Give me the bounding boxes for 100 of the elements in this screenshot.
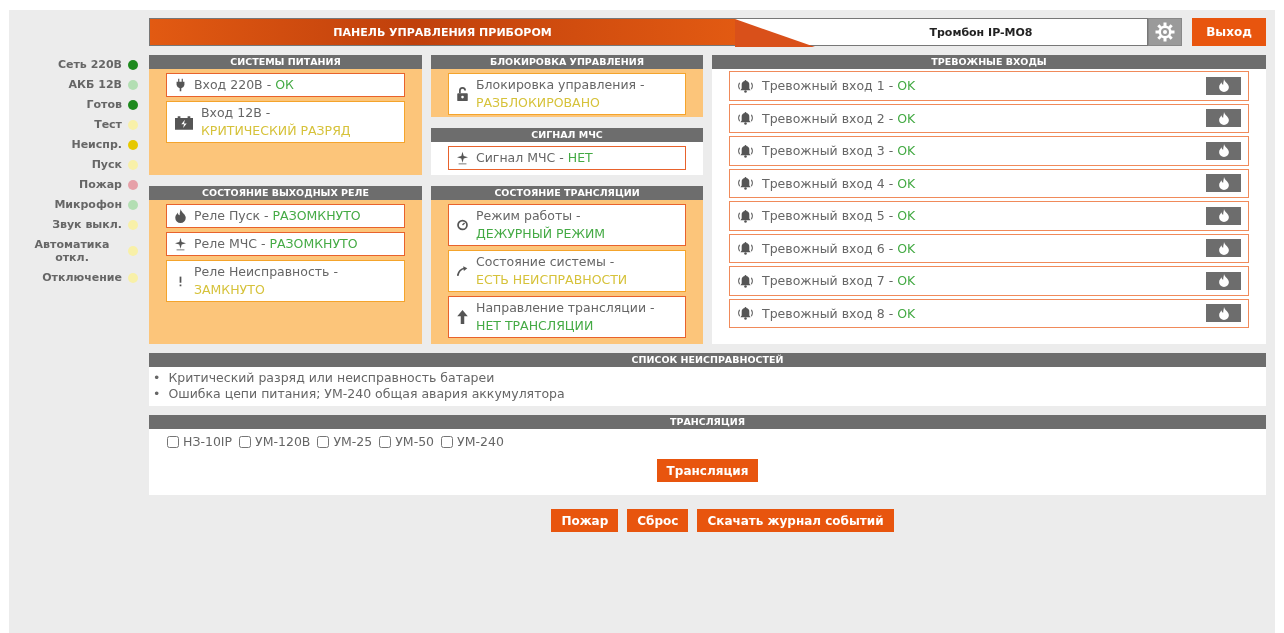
checkbox-label: УМ-120В [255,434,311,449]
action-button[interactable]: Скачать журнал событий [697,509,894,532]
item-label: Тревожный вход 8 - [762,305,894,321]
item-value: ЕСТЬ НЕИСПРАВНОСТИ [476,272,628,287]
item-value: OK [897,78,916,94]
item-value: РАЗОМКНУТО [272,208,361,223]
indicator-label: Микрофон [54,198,122,211]
indicator-label: АКБ 12В [68,78,122,91]
item-value: КРИТИЧЕСКИЙ РАЗРЯД [201,123,351,138]
exit-button[interactable]: Выход [1192,18,1266,46]
checkbox-label: УМ-240 [457,434,504,449]
section-header: ТРАНСЛЯЦИЯ [149,415,1266,429]
indicator-label: Тест [94,118,122,131]
up-arrow-icon [457,310,468,324]
sparkle-icon [175,237,186,251]
ringing-bell-icon [737,208,754,223]
item-value: OK [897,208,916,224]
section-header: СПИСОК НЕИСПРАВНОСТЕЙ [149,353,1266,367]
ringing-bell-icon [737,78,754,93]
unlocked-lock-icon [457,87,468,101]
item-value: OK [897,175,916,191]
flame-icon [1218,176,1229,190]
fire-button[interactable] [1206,271,1241,290]
item-label: Сигнал МЧС - [476,150,564,165]
item-label: Тревожный вход 7 - [762,273,894,289]
item-label: Вход 12В - [201,105,271,120]
flame-icon [1218,241,1229,255]
fire-button[interactable] [1206,239,1241,258]
item-label: Тревожный вход 2 - [762,110,894,126]
panel-title: ПАНЕЛЬ УПРАВЛЕНИЯ ПРИБОРОМ [333,25,552,39]
section-header: БЛОКИРОВКА УПРАВЛЕНИЯ [431,55,703,69]
flame-icon [1218,209,1229,223]
section-header: ТРЕВОЖНЫЕ ВХОДЫ [712,55,1266,69]
item-label: Тревожный вход 5 - [762,208,894,224]
indicator-label: Готов [86,98,122,111]
ringing-bell-icon [737,306,754,321]
broadcast-button[interactable]: Трансляция [656,459,759,482]
item-label: Направление трансляции - [476,300,655,315]
item-label: Тревожный вход 1 - [762,78,894,94]
checkbox-label: НЗ-10IP [183,434,233,449]
ringing-bell-icon [737,143,754,158]
checkbox-label: УМ-50 [395,434,435,449]
section-header: СОСТОЯНИЕ ТРАНСЛЯЦИИ [431,186,703,200]
section-header: СОСТОЯНИЕ ВЫХОДНЫХ РЕЛЕ [149,186,422,200]
fault-item: Ошибка цепи питания; УМ-240 общая авария аккумулятора [168,386,565,402]
item-label: Реле МЧС - [194,236,266,251]
item-label: Тревожный вход 4 - [762,175,894,191]
action-button[interactable]: Сброс [627,509,689,532]
item-value: OK [897,110,916,126]
checkbox[interactable] [239,435,252,448]
fire-button[interactable] [1206,109,1241,128]
ringing-bell-icon [737,273,754,288]
bullet: • [153,386,161,402]
fire-button[interactable] [1206,174,1241,193]
fire-button[interactable] [1206,304,1241,323]
curved-arrow-icon [457,264,468,278]
item-label: Блокировка управления - [476,77,645,92]
item-value: НЕТ [567,150,593,165]
checkbox[interactable] [379,435,392,448]
item-label: Режим работы - [476,208,581,223]
fire-button[interactable] [1206,76,1241,95]
indicator-label: Сеть 220В [57,58,122,71]
bullet: • [153,370,161,386]
plug-icon [175,78,186,92]
item-value: НЕТ ТРАНСЛЯЦИИ [476,318,594,333]
indicator-label: Автоматика откл. [33,238,111,264]
item-label: Реле Неисправность - [194,264,338,279]
item-value: ДЕЖУРНЫЙ РЕЖИМ [476,226,606,241]
item-label: Реле Пуск - [194,208,269,223]
ringing-bell-icon [737,111,754,126]
item-label: Вход 220В - [194,77,272,92]
settings-button[interactable] [1148,18,1182,46]
fire-button[interactable] [1206,141,1241,160]
ringing-bell-icon [737,176,754,191]
item-label: Тревожный вход 3 - [762,143,894,159]
fault-item: Критический разряд или неисправность батареи [168,370,495,386]
item-value: OK [897,143,916,159]
flame-icon [1218,274,1229,288]
indicator-label: Неиспр. [71,138,122,151]
action-button[interactable]: Пожар [551,509,619,532]
indicator-label: Пожар [79,178,122,191]
item-value: ЗАМКНУТО [194,282,265,297]
flame-icon [1218,111,1229,125]
fire-button[interactable] [1206,206,1241,225]
checkbox[interactable] [317,435,330,448]
battery-icon [175,114,193,130]
checkbox-label: УМ-25 [333,434,373,449]
item-value: OK [897,273,916,289]
item-value: ОК [275,77,294,92]
section-header: СИГНАЛ МЧС [431,128,703,142]
item-label: Тревожный вход 6 - [762,240,894,256]
flame-icon [175,209,186,223]
item-value: РАЗОМКНУТО [269,236,358,251]
checkbox[interactable] [441,435,454,448]
item-label: Состояние системы - [476,254,615,269]
device-name: Тромбон IP-MO8 [735,18,1148,46]
flame-icon [1218,306,1229,320]
indicator-label: Отключение [42,271,122,284]
section-header: СИСТЕМЫ ПИТАНИЯ [149,55,422,69]
checkbox[interactable] [167,435,179,448]
